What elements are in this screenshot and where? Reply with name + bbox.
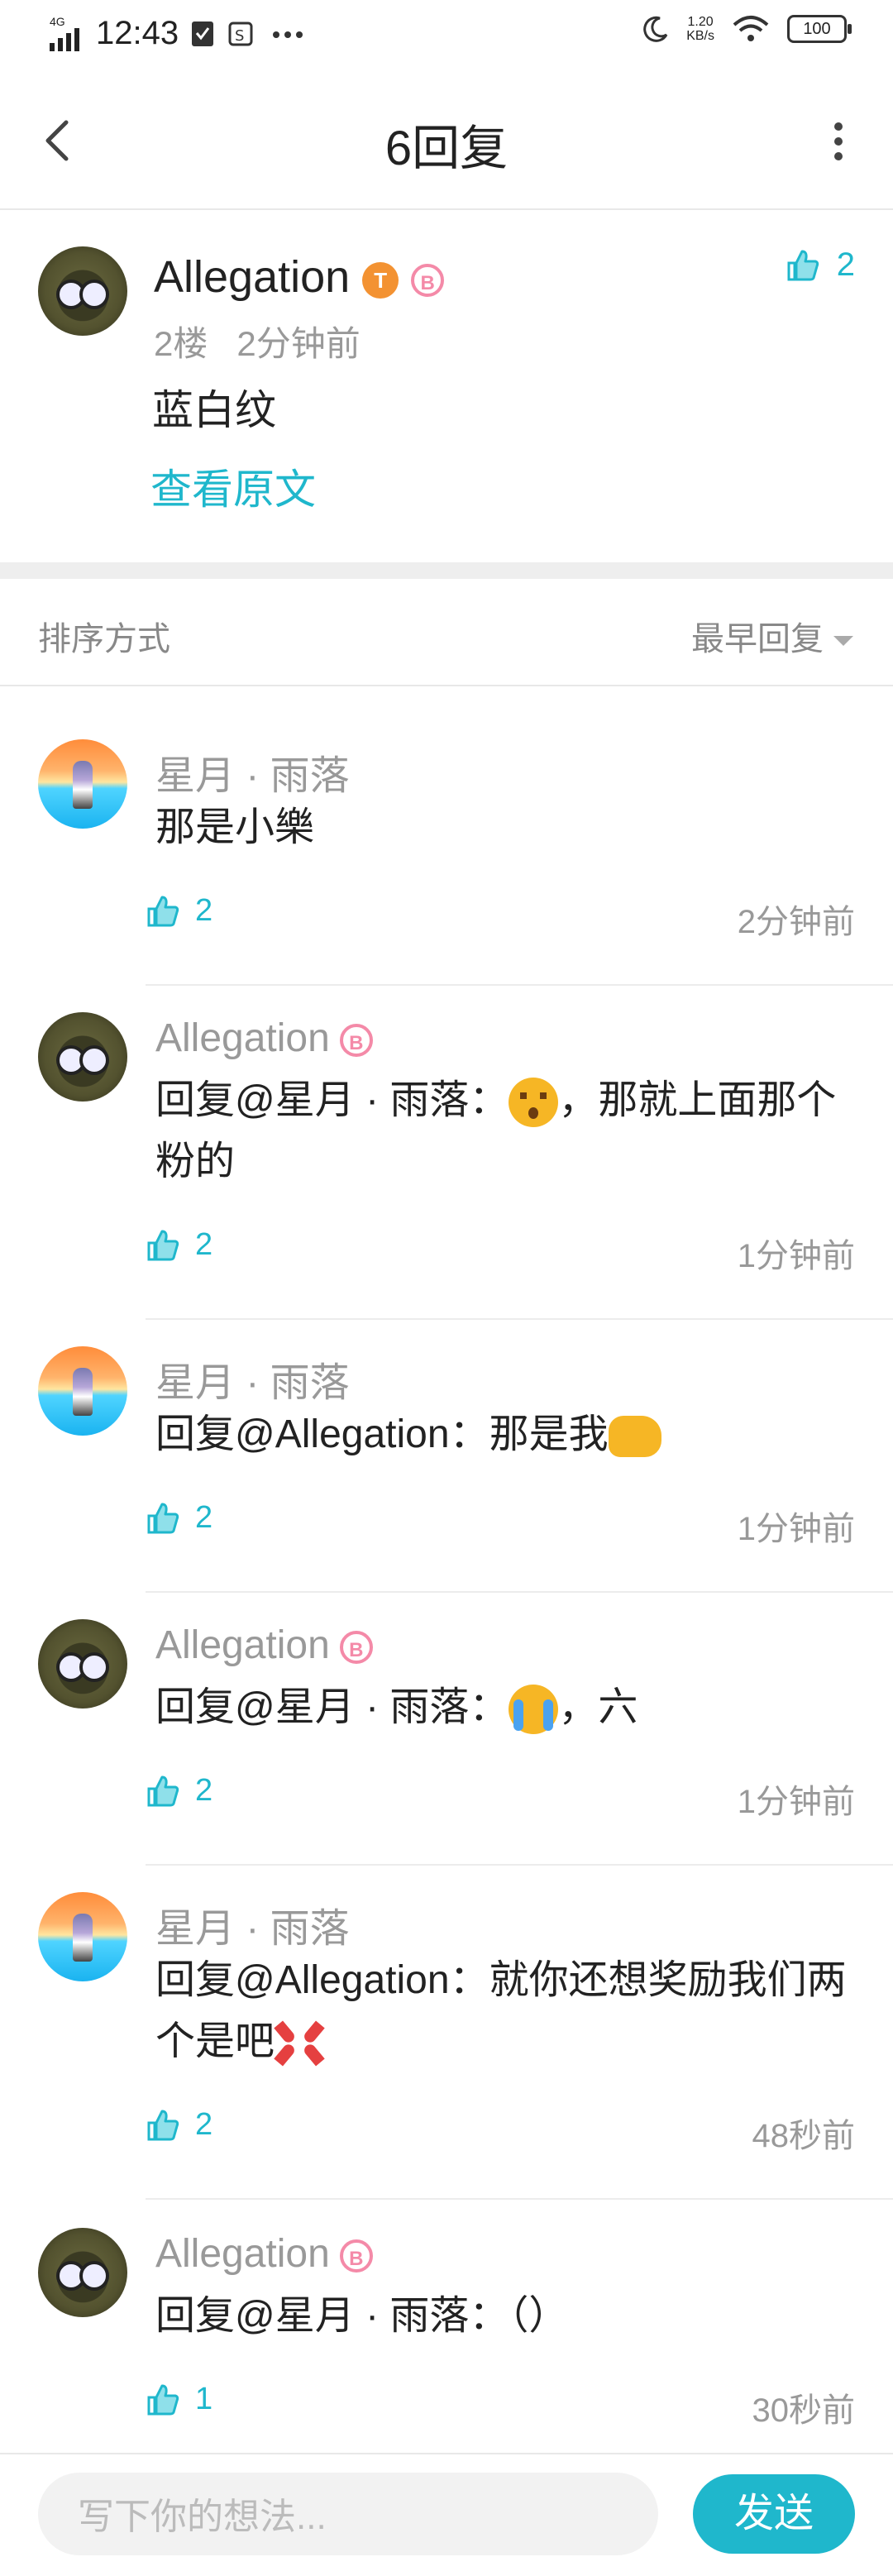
post-time: 2分钟前	[236, 324, 361, 363]
reply-text: 回复@星月 · 雨落： ，那就上面那个粉的	[155, 1078, 837, 1183]
reply-time: 1分钟前	[737, 1511, 855, 1547]
reply-item[interactable]: 星月 · 雨落 那是小樂 2 2分钟前	[0, 719, 893, 992]
notification-icons: S	[192, 20, 316, 52]
like-count: 2	[195, 893, 213, 928]
reply-author[interactable]: 星月 · 雨落	[155, 1350, 350, 1407]
level-badge-icon: T	[362, 261, 399, 299]
sort-dropdown[interactable]: 最早回复	[691, 612, 853, 660]
like-count: 2	[195, 1773, 213, 1808]
reply-text: 回复@Allegation：就你还想奖励我们两个是吧	[155, 1950, 858, 2072]
avatar[interactable]	[38, 2228, 127, 2317]
divider	[146, 1864, 893, 1866]
reply-text: 回复@Allegation：那是我	[155, 1404, 858, 1465]
like-count: 2	[195, 1227, 213, 1262]
section-divider	[0, 562, 893, 579]
mention-link[interactable]: @Allegation	[235, 1412, 450, 1456]
reply-item[interactable]: 星月 · 雨落 回复@Allegation：就你还想奖励我们两个是吧 2 48秒前	[0, 1872, 893, 2206]
reply-text: 回复@星月 · 雨落： ，六	[155, 1677, 858, 1738]
comment-input[interactable]	[76, 2496, 625, 2539]
reply-time: 30秒前	[752, 2392, 856, 2429]
divider	[146, 1591, 893, 1593]
more-options-button[interactable]	[832, 122, 845, 162]
sort-label: 排序方式	[38, 621, 170, 657]
page-title: 6回复	[384, 122, 509, 175]
reply-time: 1分钟前	[737, 1238, 855, 1274]
main-post: Allegation T B 2楼 2分钟前 蓝白纹 查看原文 2	[0, 208, 893, 556]
like-button[interactable]: 2	[146, 893, 213, 929]
reply-time: 1分钟前	[737, 1784, 855, 1820]
avatar[interactable]	[38, 1012, 127, 1102]
fan-badge-icon: B	[339, 1631, 373, 1665]
comment-input-container	[38, 2473, 658, 2555]
status-bar: 4G 12:43 S 1.20 KB/s 100	[0, 0, 893, 69]
reply-author[interactable]: Allegation B	[155, 2231, 373, 2277]
more-vertical-icon	[832, 122, 845, 160]
caret-down-icon	[833, 636, 853, 647]
top-nav: 6回复	[0, 69, 893, 210]
divider	[146, 984, 893, 986]
mention-link[interactable]: @星月 · 雨落	[235, 2294, 469, 2338]
like-button[interactable]: 2	[146, 1773, 213, 1809]
mention-link[interactable]: @星月 · 雨落	[235, 1078, 469, 1122]
avatar[interactable]	[38, 246, 127, 336]
thumbs-up-icon	[147, 896, 179, 926]
mention-link[interactable]: @Allegation	[235, 1958, 450, 2002]
post-meta: 2楼 2分钟前	[154, 316, 361, 366]
moon-icon	[643, 16, 668, 42]
like-button[interactable]: 2	[786, 246, 855, 284]
like-count: 2	[195, 1500, 213, 1535]
thumbs-up-icon	[147, 2110, 179, 2140]
like-button[interactable]: 2	[146, 1227, 213, 1263]
divider	[146, 1318, 893, 1320]
mention-link[interactable]: @星月 · 雨落	[235, 1685, 469, 1729]
divider	[146, 2198, 893, 2200]
battery-icon: 100	[787, 15, 852, 43]
reply-time: 2分钟前	[737, 904, 855, 940]
view-original-link[interactable]: 查看原文	[150, 456, 316, 516]
avatar[interactable]	[38, 1619, 127, 1709]
composer-bar: 发送	[0, 2453, 893, 2576]
avatar[interactable]	[38, 739, 127, 829]
fan-badge-icon: B	[411, 263, 445, 297]
reply-author[interactable]: 星月 · 雨落	[155, 1895, 350, 1953]
thumbs-up-icon	[147, 2384, 179, 2415]
surprised-face-icon	[509, 1078, 559, 1128]
thumbs-up-icon	[787, 250, 819, 280]
like-button[interactable]: 1	[146, 2382, 213, 2417]
thumbs-up-icon	[147, 1230, 179, 1260]
avatar[interactable]	[38, 1892, 127, 1981]
reply-time: 48秒前	[752, 2118, 856, 2154]
crying-face-icon	[509, 1685, 559, 1735]
floor-number: 2楼	[154, 324, 208, 363]
thumbs-up-icon	[147, 1503, 179, 1533]
reply-item[interactable]: 星月 · 雨落 回复@Allegation：那是我 2 1分钟前	[0, 1326, 893, 1599]
sort-bar: 排序方式 最早回复	[0, 579, 893, 686]
post-text: 蓝白纹	[152, 387, 276, 433]
reply-text: 回复@星月 · 雨落：（）	[155, 2294, 569, 2338]
reply-item[interactable]: Allegation B 回复@星月 · 雨落： ，六 2 1分钟前	[0, 1599, 893, 1872]
reply-item[interactable]: Allegation B 回复@星月 · 雨落： ，那就上面那个粉的 2 1分钟前	[0, 992, 893, 1326]
send-button[interactable]: 发送	[693, 2474, 855, 2554]
like-count: 2	[195, 2107, 213, 2142]
net-speed: 1.20 KB/s	[686, 15, 714, 43]
reply-item[interactable]: Allegation B 回复@星月 · 雨落：（） 1 30秒前	[0, 2208, 893, 2481]
thumbs-up-icon	[147, 1775, 179, 1806]
fan-badge-icon: B	[339, 2239, 373, 2273]
wifi-icon	[733, 16, 769, 41]
like-count: 2	[836, 246, 855, 283]
clock: 12:43	[96, 15, 179, 51]
author-name[interactable]: Allegation T B	[154, 251, 445, 303]
anger-symbol-icon	[274, 2019, 325, 2068]
like-button[interactable]: 2	[146, 1500, 213, 1536]
reply-author[interactable]: 星月 · 雨落	[155, 743, 350, 801]
reply-text: 那是小樂	[155, 805, 315, 849]
fan-badge-icon: B	[339, 1024, 373, 1058]
svg-text:S: S	[235, 27, 244, 45]
fist-icon	[608, 1416, 661, 1458]
reply-author[interactable]: Allegation B	[155, 1623, 373, 1668]
avatar[interactable]	[38, 1346, 127, 1436]
like-button[interactable]: 2	[146, 2107, 213, 2143]
like-count: 1	[195, 2382, 213, 2416]
reply-author[interactable]: Allegation B	[155, 1016, 373, 1061]
